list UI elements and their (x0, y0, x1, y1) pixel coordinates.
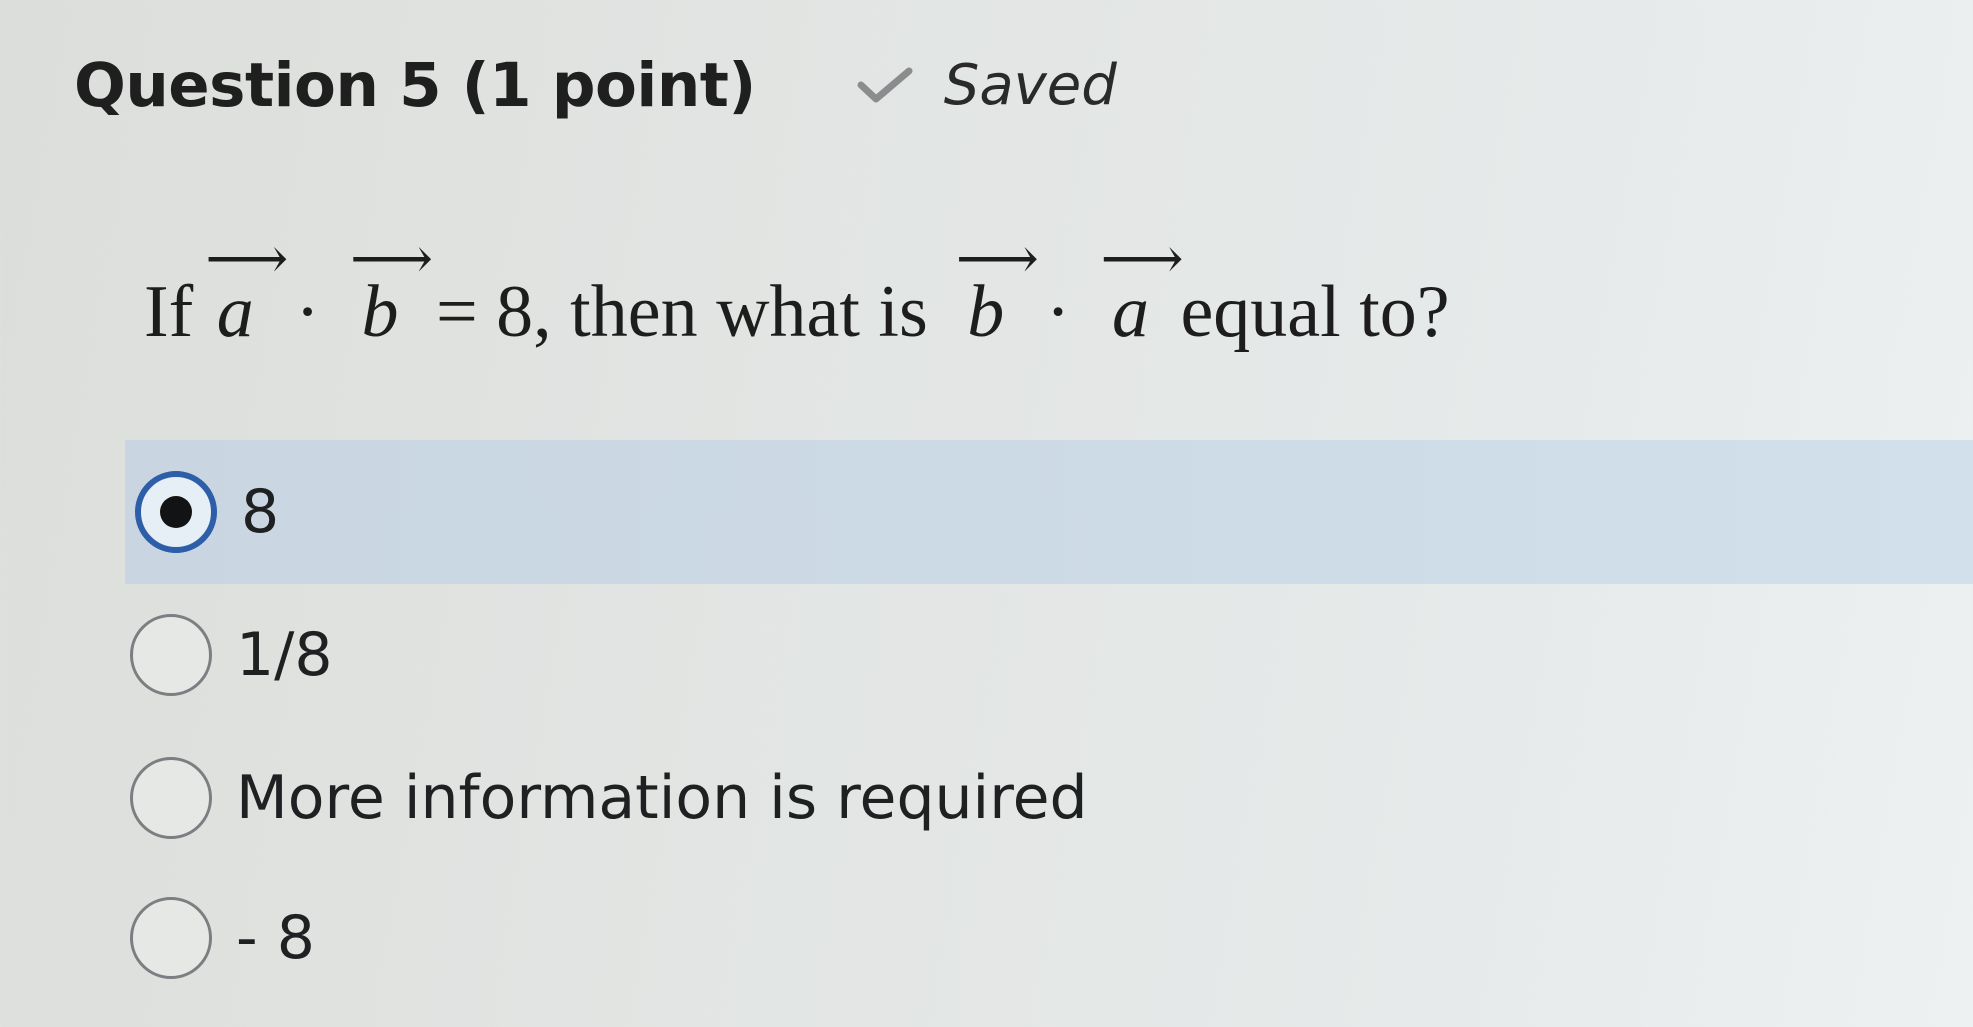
radio-dot-icon (160, 496, 192, 528)
prompt-if: If (144, 271, 194, 353)
dot-operator-2: · (1045, 271, 1071, 353)
vector-arrow-icon: ⟶ (1100, 226, 1184, 291)
vector-b: ⟶ b (350, 230, 433, 355)
radio-button-selected[interactable] (135, 471, 217, 553)
prompt-suffix: equal to? (1180, 271, 1450, 353)
vector-arrow-icon: ⟶ (955, 226, 1039, 291)
radio-button[interactable] (130, 757, 212, 839)
vector-arrow-icon: ⟶ (349, 226, 434, 291)
option-label: More information is required (236, 763, 1088, 833)
question-prompt: If ⟶ a · ⟶ b = 8, then what is ⟶ b · ⟶ a… (144, 215, 1450, 355)
question-title: Question 5 (1 point) (74, 49, 756, 121)
quiz-question-card: Question 5 (1 point) Saved If ⟶ a · ⟶ b … (0, 0, 1973, 1027)
vector-a: ⟶ a (205, 230, 288, 355)
check-icon (857, 67, 913, 103)
answer-option-8[interactable]: 8 (125, 440, 1973, 584)
dot-operator: · (295, 271, 320, 353)
answer-option-1-8[interactable]: 1/8 (130, 595, 333, 715)
saved-status: Saved (856, 53, 1117, 118)
saved-label: Saved (943, 52, 1117, 118)
option-label: - 8 (236, 903, 315, 973)
question-header: Question 5 (1 point) Saved (74, 40, 1117, 130)
vector-a-2: ⟶ a (1100, 230, 1183, 355)
option-label: 8 (241, 477, 280, 547)
vector-arrow-icon: ⟶ (205, 226, 289, 291)
vector-b-2: ⟶ b (956, 230, 1039, 355)
answer-option-more-info[interactable]: More information is required (130, 738, 1088, 858)
radio-button[interactable] (130, 614, 212, 696)
answer-option-neg-8[interactable]: - 8 (130, 878, 315, 998)
option-label: 1/8 (236, 620, 333, 690)
prompt-middle: = 8, then what is (435, 271, 928, 353)
radio-button[interactable] (130, 897, 212, 979)
